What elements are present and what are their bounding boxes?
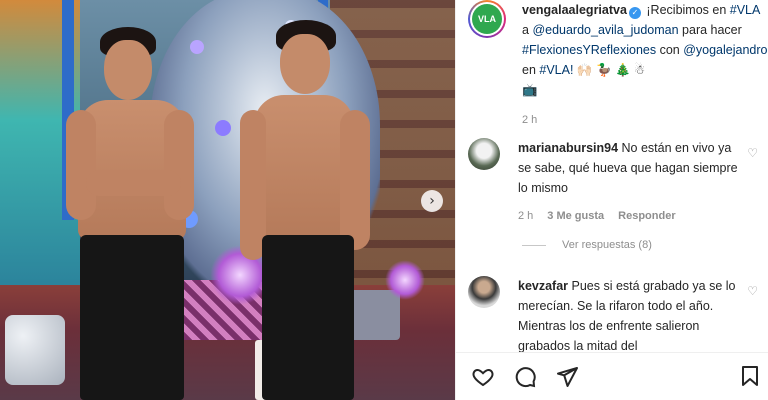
- comment-likes[interactable]: 3 Me gusta: [547, 206, 604, 226]
- comment-icon[interactable]: [512, 364, 538, 390]
- stage-light: [385, 260, 425, 300]
- caption-text: vengalaalegriatva ✓ ¡Recibimos en #VLA a …: [522, 0, 768, 130]
- hashtag-link[interactable]: #VLA: [730, 3, 760, 17]
- comment-username[interactable]: marianabursin94: [518, 141, 618, 155]
- hashtag-link[interactable]: #FlexionesYReflexiones: [522, 43, 656, 57]
- post-caption: VLA vengalaalegriatva ✓ ¡Recibimos en #VL…: [468, 0, 768, 130]
- heart-icon[interactable]: ♡: [747, 146, 758, 160]
- mention-link[interactable]: @yogalejandro: [683, 43, 767, 57]
- caption-emojis: 🙌🏻 🦆 🎄 ☃: [573, 63, 646, 77]
- chevron-right-icon[interactable]: ›: [421, 190, 443, 212]
- comment-text: kevzafar Pues si está grabado ya se lo m…: [518, 279, 736, 353]
- verified-badge-icon: ✓: [628, 7, 641, 19]
- divider: [522, 244, 546, 246]
- tv-emoji: 📺: [522, 83, 538, 97]
- view-replies[interactable]: Ver respuestas (8): [522, 239, 652, 251]
- comment-item: kevzafar Pues si está grabado ya se lo m…: [468, 276, 768, 356]
- post-photo[interactable]: ›: [0, 0, 455, 400]
- mention-link[interactable]: @eduardo_avila_judoman: [532, 23, 678, 37]
- caption-timestamp[interactable]: 2 h: [522, 110, 768, 130]
- avatar-logo: VLA: [472, 4, 502, 34]
- heart-icon[interactable]: ♡: [747, 284, 758, 298]
- bookmark-icon[interactable]: [738, 364, 762, 388]
- comment-avatar[interactable]: [468, 138, 500, 170]
- ornament: [190, 40, 204, 54]
- action-bar: [456, 352, 768, 400]
- share-icon[interactable]: [554, 364, 580, 390]
- heart-icon[interactable]: [470, 364, 496, 390]
- silver-ornaments: [5, 315, 65, 385]
- author-username[interactable]: vengalaalegriatva: [522, 3, 627, 17]
- ornament: [215, 120, 231, 136]
- comment-username[interactable]: kevzafar: [518, 279, 568, 293]
- comment-meta: 2 h 3 Me gusta Responder: [518, 206, 738, 226]
- comment-text: marianabursin94 No están en vivo ya se s…: [518, 138, 738, 226]
- comment-item: marianabursin94 No están en vivo ya se s…: [468, 138, 768, 226]
- post-side-panel: VLA vengalaalegriatva ✓ ¡Recibimos en #VL…: [455, 0, 768, 400]
- comment-avatar[interactable]: [468, 276, 500, 308]
- hashtag-link[interactable]: #VLA!: [539, 63, 573, 77]
- reply-button[interactable]: Responder: [618, 206, 675, 226]
- view-replies-label[interactable]: Ver respuestas (8): [562, 239, 652, 251]
- comment-time[interactable]: 2 h: [518, 206, 533, 226]
- avatar[interactable]: VLA: [468, 0, 506, 38]
